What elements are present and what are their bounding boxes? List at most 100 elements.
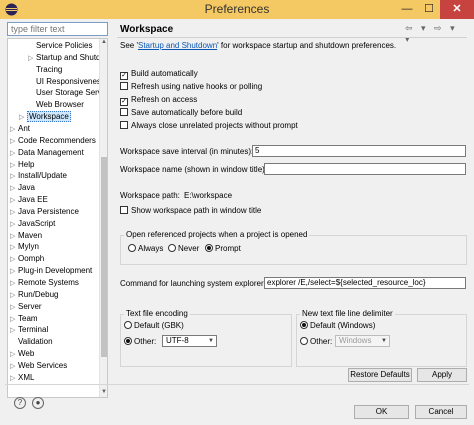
ok-button[interactable]: OK: [354, 405, 409, 419]
tree-item[interactable]: Service Policies: [28, 40, 92, 51]
nav-arrows[interactable]: ⇦ ▾ ⇨ ▾ ▾: [405, 23, 469, 45]
checkbox-always-close[interactable]: [120, 121, 128, 129]
tree-item[interactable]: ▷ Web: [10, 348, 34, 359]
build-automatically-checkbox[interactable]: ✓ Build automatically: [120, 69, 198, 80]
delimiter-default-button[interactable]: [300, 321, 308, 329]
tree-item[interactable]: Web Browser: [28, 99, 84, 110]
expand-arrow-icon[interactable]: ▷: [10, 290, 18, 301]
expand-arrow-icon[interactable]: ▷: [10, 278, 18, 289]
expand-arrow-icon[interactable]: ▷: [10, 136, 18, 147]
radio-prompt[interactable]: Prompt: [205, 244, 241, 253]
radio-never[interactable]: Never: [168, 244, 199, 253]
checkbox-save-before-build[interactable]: [120, 108, 128, 116]
show-path-checkbox[interactable]: Show workspace path in window title: [120, 206, 261, 216]
radio-always-button[interactable]: [128, 244, 136, 252]
save-before-build-checkbox[interactable]: Save automatically before build: [120, 108, 242, 118]
tree-item[interactable]: ▷ Code Recommenders: [10, 135, 96, 146]
tree-item[interactable]: ▷ Server: [10, 301, 42, 312]
expand-arrow-icon[interactable]: ▷: [10, 160, 18, 171]
radio-never-button[interactable]: [168, 244, 176, 252]
explorer-command-field[interactable]: explorer /E,/select=${selected_resource_…: [264, 277, 466, 289]
encoding-other-radio[interactable]: Other:: [124, 337, 156, 346]
checkbox-build[interactable]: ✓: [120, 72, 128, 80]
cancel-button[interactable]: Cancel: [415, 405, 467, 419]
delimiter-select[interactable]: Windows ▼: [335, 335, 390, 347]
expand-arrow-icon[interactable]: ▷: [10, 254, 18, 265]
tree-item[interactable]: ▷ Java: [10, 182, 35, 193]
apply-button[interactable]: Apply: [417, 368, 467, 382]
tree-item[interactable]: ▷ Run/Debug: [10, 289, 58, 300]
expand-arrow-icon[interactable]: ▷: [10, 361, 18, 372]
encoding-default-button[interactable]: [124, 321, 132, 329]
startup-shutdown-link[interactable]: Startup and Shutdown: [138, 41, 217, 50]
tree-item[interactable]: ▷ Terminal: [10, 324, 48, 335]
scroll-thumb[interactable]: [101, 157, 107, 357]
tree-item[interactable]: ▷ Install/Update: [10, 170, 67, 181]
close-icon[interactable]: ✕: [440, 0, 474, 19]
radio-prompt-button[interactable]: [205, 244, 213, 252]
tree-item[interactable]: ▷ Java EE: [10, 194, 48, 205]
import-export-icon[interactable]: ●: [32, 397, 44, 409]
minimize-icon[interactable]: —: [396, 0, 418, 19]
restore-defaults-button[interactable]: Restore Defaults: [348, 368, 412, 382]
always-close-checkbox[interactable]: Always close unrelated projects without …: [120, 121, 298, 131]
tree-item[interactable]: ▷ JavaScript: [10, 218, 55, 229]
expand-arrow-icon[interactable]: ▷: [10, 349, 18, 360]
tree-item[interactable]: User Storage Service: [28, 87, 107, 98]
encoding-other-button[interactable]: [124, 337, 132, 345]
expand-arrow-icon[interactable]: ▷: [10, 302, 18, 313]
checkbox-show-path[interactable]: [120, 206, 128, 214]
radio-always[interactable]: Always: [128, 244, 163, 253]
expand-arrow-icon[interactable]: ▷: [10, 124, 18, 135]
expand-arrow-icon[interactable]: ▷: [10, 195, 18, 206]
delimiter-default-radio[interactable]: Default (Windows): [300, 321, 375, 330]
expand-arrow-icon[interactable]: ▷: [10, 266, 18, 277]
scroll-down-icon[interactable]: ▼: [100, 389, 107, 397]
title-bar[interactable]: Preferences — ☐ ✕: [0, 0, 474, 19]
tree-scrollbar[interactable]: ▲ ▼: [99, 39, 107, 397]
expand-arrow-icon[interactable]: ▷: [10, 207, 18, 218]
expand-arrow-icon[interactable]: ▷: [10, 171, 18, 182]
checkbox-refresh-native[interactable]: [120, 82, 128, 90]
tree-item[interactable]: ▷ Help: [10, 159, 34, 170]
tree-item[interactable]: ▷ Maven: [10, 230, 42, 241]
preference-tree[interactable]: Service Policies ▷ Startup and Shutdown Tra…: [7, 38, 108, 398]
delimiter-other-button[interactable]: [300, 337, 308, 345]
expand-arrow-icon[interactable]: ▷: [10, 373, 18, 384]
expand-arrow-icon[interactable]: ▷: [10, 242, 18, 253]
tree-item[interactable]: ▷ Team: [10, 313, 38, 324]
tree-item[interactable]: ▷ Workspace: [19, 111, 71, 123]
tree-item[interactable]: ▷ Web Services: [10, 360, 67, 371]
expand-arrow-icon[interactable]: ▷: [28, 53, 36, 64]
tree-item[interactable]: ▷ Ant: [10, 123, 30, 134]
tree-item[interactable]: ▷ Remote Systems: [10, 277, 79, 288]
refresh-access-checkbox[interactable]: ✓ Refresh on access: [120, 95, 197, 106]
tree-item[interactable]: ▷ Data Management: [10, 147, 84, 158]
refresh-native-checkbox[interactable]: Refresh using native hooks or polling: [120, 82, 262, 92]
expand-arrow-icon[interactable]: ▷: [10, 219, 18, 230]
tree-item[interactable]: ▷ Plug-in Development: [10, 265, 92, 276]
scroll-up-icon[interactable]: ▲: [100, 39, 107, 47]
save-interval-field[interactable]: 5: [252, 145, 466, 157]
help-icon[interactable]: ?: [14, 397, 26, 409]
tree-item[interactable]: Tracing: [28, 64, 62, 75]
tree-item[interactable]: ▷ Startup and Shutdown: [28, 52, 107, 64]
expand-arrow-icon[interactable]: ▷: [10, 183, 18, 194]
expand-arrow-icon[interactable]: ▷: [10, 231, 18, 242]
tree-item[interactable]: ▷ Java Persistence: [10, 206, 79, 217]
checkbox-refresh-access[interactable]: ✓: [120, 98, 128, 106]
expand-arrow-icon[interactable]: ▷: [19, 112, 27, 123]
filter-input[interactable]: [7, 22, 108, 36]
expand-arrow-icon[interactable]: ▷: [10, 314, 18, 325]
delimiter-other-radio[interactable]: Other:: [300, 337, 332, 346]
tree-item[interactable]: ▷ Mylyn: [10, 241, 39, 252]
maximize-icon[interactable]: ☐: [418, 0, 440, 19]
tree-item[interactable]: Validation: [10, 336, 53, 347]
encoding-default-radio[interactable]: Default (GBK): [124, 321, 184, 330]
expand-arrow-icon[interactable]: ▷: [10, 325, 18, 336]
encoding-select[interactable]: UTF-8 ▼: [162, 335, 217, 347]
tree-item[interactable]: ▷ Oomph: [10, 253, 44, 264]
expand-arrow-icon[interactable]: ▷: [10, 148, 18, 159]
tree-item[interactable]: ▷ XML: [10, 372, 34, 383]
tree-item[interactable]: UI Responsiveness: [28, 76, 105, 87]
